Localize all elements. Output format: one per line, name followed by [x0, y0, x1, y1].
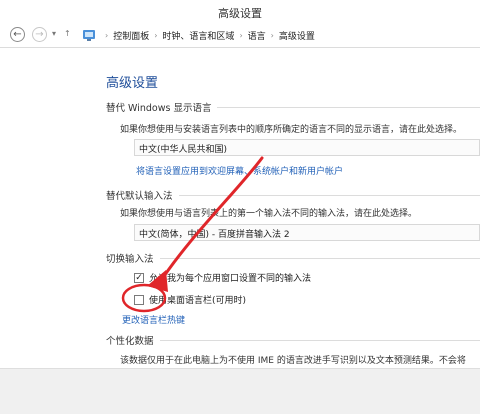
- section-description: 如果你想使用与语言列表上的第一个输入法不同的输入法，请在此处选择。: [120, 209, 418, 219]
- section-switch-input: 切换输入法: [106, 251, 480, 265]
- section-display-language: 替代 Windows 显示语言: [106, 100, 480, 114]
- crumb-language[interactable]: 语言: [248, 29, 266, 42]
- crumb-advanced-settings[interactable]: 高级设置: [279, 29, 315, 42]
- desktop-language-bar-option[interactable]: 使用桌面语言栏(可用时): [134, 293, 246, 306]
- select-value: 中文(中华人民共和国): [139, 145, 228, 155]
- breadcrumb-separator: ›: [105, 30, 109, 40]
- apply-to-welcome-screen-link[interactable]: 将语言设置应用到欢迎屏幕、系统帐户和新用户帐户: [136, 164, 343, 177]
- section-description: 如果你想使用与安装语言列表中的顺序所确定的语言不同的显示语言，请在此处选择。: [120, 125, 463, 135]
- display-language-select[interactable]: 中文(中华人民共和国): [134, 139, 480, 156]
- checkbox-label: 允许我为每个应用窗口设置不同的输入法: [149, 274, 312, 284]
- main-content: 高级设置 替代 Windows 显示语言 如果你想使用与安装语言列表中的顺序所确…: [0, 48, 480, 368]
- per-app-input-checkbox[interactable]: ✓: [134, 272, 144, 283]
- breadcrumb-separator: ›: [270, 30, 274, 40]
- forward-button[interactable]: →: [32, 27, 47, 42]
- divider: [159, 339, 480, 341]
- section-personalization: 个性化数据: [106, 333, 480, 347]
- window-title: 高级设置: [218, 7, 262, 20]
- breadcrumb: › 控制面板 › 时钟、语言和区域 › 语言 › 高级设置: [82, 26, 480, 44]
- bottom-bar: [0, 368, 480, 414]
- checkbox-label: 使用桌面语言栏(可用时): [149, 296, 247, 306]
- section-heading: 替代 Windows 显示语言: [106, 103, 212, 114]
- section-description: 该数据仅用于在此电脑上为不使用 IME 的语言改进手写识别以及文本预测结果。不会…: [120, 356, 466, 366]
- change-hotkeys-link[interactable]: 更改语言栏热键: [122, 313, 185, 326]
- recent-pages-icon[interactable]: ▾: [52, 29, 56, 38]
- control-panel-icon: [83, 30, 95, 41]
- divider: [217, 106, 480, 108]
- section-default-input: 替代默认输入法: [106, 188, 480, 202]
- back-button[interactable]: ←: [10, 27, 25, 42]
- page-title: 高级设置: [106, 76, 159, 91]
- crumb-control-panel[interactable]: 控制面板: [113, 29, 149, 42]
- per-app-input-option[interactable]: ✓ 允许我为每个应用窗口设置不同的输入法: [134, 271, 311, 284]
- divider: [159, 257, 480, 259]
- breadcrumb-separator: ›: [239, 30, 243, 40]
- divider: [178, 194, 480, 196]
- select-value: 中文(简体，中国) - 百度拼音输入法 2: [139, 230, 290, 240]
- section-heading: 替代默认输入法: [106, 191, 173, 202]
- breadcrumb-separator: ›: [154, 30, 158, 40]
- up-icon[interactable]: ↑: [64, 29, 71, 38]
- crumb-clock-language-region[interactable]: 时钟、语言和区域: [162, 29, 234, 42]
- address-bar: ← → ▾ ↑ › 控制面板 › 时钟、语言和区域 › 语言 › 高级设置: [0, 24, 480, 48]
- default-input-select[interactable]: 中文(简体，中国) - 百度拼音输入法 2: [134, 224, 480, 241]
- section-heading: 切换输入法: [106, 254, 154, 265]
- section-heading: 个性化数据: [106, 336, 154, 347]
- title-bar: 高级设置: [0, 0, 480, 25]
- desktop-language-bar-checkbox[interactable]: [134, 294, 144, 305]
